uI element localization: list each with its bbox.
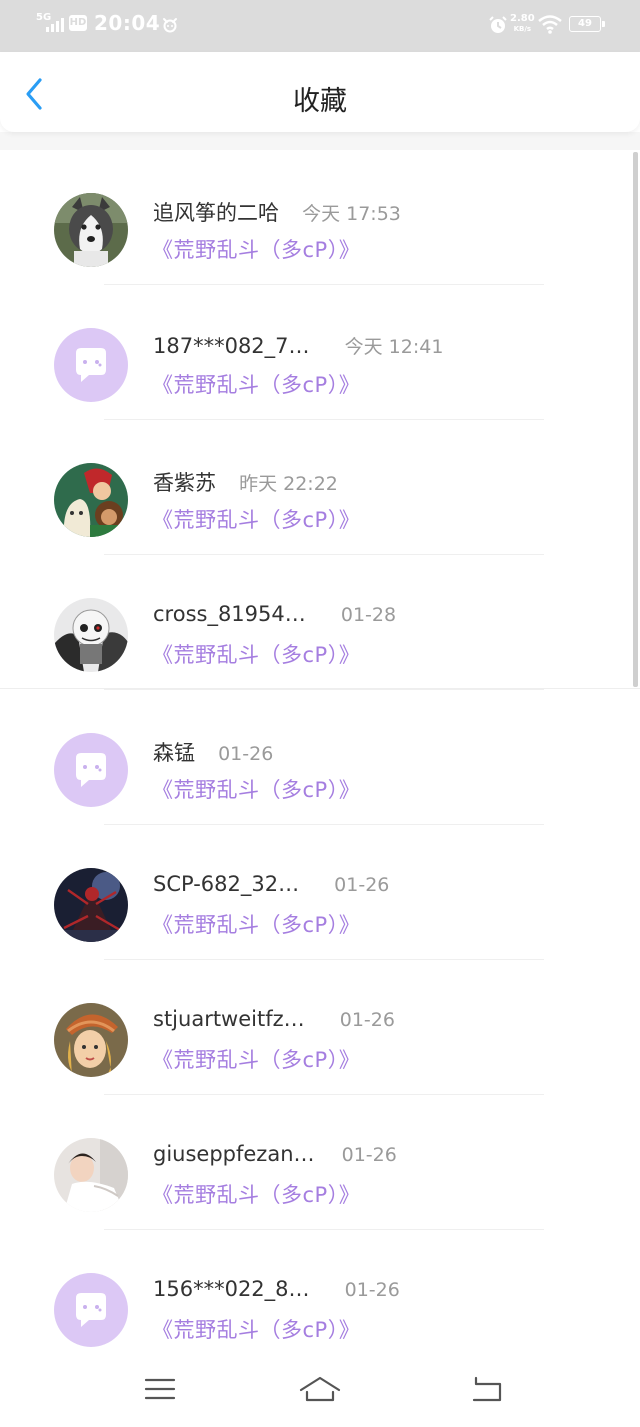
- avatar[interactable]: [54, 868, 128, 942]
- avatar[interactable]: [54, 1138, 128, 1212]
- page-title: 收藏: [293, 86, 347, 117]
- list-item[interactable]: 156***022_8… 01-26 《荒野乱斗（多cP）》: [0, 1230, 640, 1365]
- signal-icon: [46, 18, 64, 32]
- item-header: cross_81954… 01-28: [153, 602, 396, 626]
- timestamp: 01-26: [218, 743, 274, 765]
- avatar[interactable]: [54, 598, 128, 672]
- system-navigation-bar: [0, 1360, 640, 1427]
- list-item[interactable]: 森锰 01-26 《荒野乱斗（多cP）》: [0, 690, 640, 825]
- menu-icon[interactable]: [142, 1374, 178, 1404]
- item-header: 香紫苏 昨天 22:22: [153, 467, 338, 497]
- timestamp: 01-26: [341, 1144, 397, 1166]
- clock: 20:04: [94, 11, 161, 35]
- list-item[interactable]: stjuartweitfz… 01-26 《荒野乱斗（多cP）》: [0, 960, 640, 1095]
- top-app-bar: 收藏: [0, 52, 640, 132]
- timestamp: 今天 17:53: [302, 203, 401, 225]
- item-header: 187***082_7… 今天 12:41: [153, 332, 443, 359]
- avatar[interactable]: [54, 1273, 128, 1347]
- user-name: 156***022_8…: [153, 1277, 310, 1301]
- item-header: 森锰 01-26: [153, 737, 273, 767]
- group-link[interactable]: 《荒野乱斗（多cP）》: [152, 1044, 360, 1074]
- timestamp: 昨天 22:22: [239, 473, 338, 495]
- hd-badge: HD: [69, 15, 87, 31]
- list-item[interactable]: giuseppfezan… 01-26 《荒野乱斗（多cP）》: [0, 1095, 640, 1230]
- item-header: 追风筝的二哈 今天 17:53: [153, 197, 401, 227]
- scrollbar[interactable]: [633, 152, 638, 687]
- user-name: 香紫苏: [153, 471, 216, 495]
- cartoon-avatar-image: [54, 463, 128, 537]
- group-link[interactable]: 《荒野乱斗（多cP）》: [152, 369, 360, 399]
- item-header: giuseppfezan… 01-26: [153, 1142, 397, 1166]
- group-link[interactable]: 《荒野乱斗（多cP）》: [152, 639, 360, 669]
- battery-indicator: 49: [569, 16, 605, 32]
- timestamp: 01-28: [340, 604, 397, 626]
- husky-avatar-image: [54, 193, 128, 267]
- user-name: 森锰: [153, 741, 195, 765]
- user-name: SCP-682_32…: [153, 872, 300, 896]
- item-header: 156***022_8… 01-26: [153, 1277, 400, 1301]
- timestamp: 今天 12:41: [344, 336, 444, 358]
- list-item[interactable]: 187***082_7… 今天 12:41 《荒野乱斗（多cP）》: [0, 285, 640, 420]
- skeleton-avatar-image: [54, 598, 128, 672]
- speed-unit: KB/s: [513, 25, 532, 33]
- item-header: stjuartweitfz… 01-26: [153, 1007, 395, 1031]
- return-icon[interactable]: [470, 1374, 506, 1404]
- scroll-fold-line: [0, 688, 640, 689]
- user-name: stjuartweitfz…: [153, 1007, 305, 1031]
- user-name: 187***082_7…: [153, 334, 310, 358]
- alarm-icon: [489, 16, 507, 33]
- list-item[interactable]: SCP-682_32… 01-26 《荒野乱斗（多cP）》: [0, 825, 640, 960]
- favorites-list: 追风筝的二哈 今天 17:53 《荒野乱斗（多cP）》 187***082_7……: [0, 150, 640, 1365]
- status-bar: 5G HD 20:04 2.80 KB/s 49: [0, 0, 640, 52]
- wifi-icon: [538, 15, 562, 34]
- avatar[interactable]: [54, 1003, 128, 1077]
- user-name: 追风筝的二哈: [153, 201, 279, 225]
- default-chat-avatar-icon: [54, 328, 128, 402]
- group-link[interactable]: 《荒野乱斗（多cP）》: [152, 1314, 360, 1344]
- timestamp: 01-26: [339, 1009, 395, 1031]
- home-icon[interactable]: [298, 1374, 342, 1404]
- girl-white-avatar-image: [54, 1138, 128, 1212]
- default-chat-avatar-icon: [54, 733, 128, 807]
- group-link[interactable]: 《荒野乱斗（多cP）》: [152, 774, 360, 804]
- group-link[interactable]: 《荒野乱斗（多cP）》: [152, 504, 360, 534]
- spider-avatar-image: [54, 868, 128, 942]
- avatar[interactable]: [54, 463, 128, 537]
- user-name: cross_81954…: [153, 602, 306, 626]
- notification-icon: [163, 18, 177, 33]
- user-name: giuseppfezan…: [153, 1142, 315, 1166]
- item-header: SCP-682_32… 01-26: [153, 872, 389, 896]
- list-item[interactable]: 香紫苏 昨天 22:22 《荒野乱斗（多cP）》: [0, 420, 640, 555]
- group-link[interactable]: 《荒野乱斗（多cP）》: [152, 1179, 360, 1209]
- group-link[interactable]: 《荒野乱斗（多cP）》: [152, 234, 360, 264]
- girl-hat-avatar-image: [54, 1003, 128, 1077]
- avatar[interactable]: [54, 328, 128, 402]
- list-item[interactable]: 追风筝的二哈 今天 17:53 《荒野乱斗（多cP）》: [0, 150, 640, 285]
- avatar[interactable]: [54, 733, 128, 807]
- header-gap: [0, 132, 640, 150]
- speed-value: 2.80: [510, 13, 535, 24]
- timestamp: 01-26: [344, 1279, 400, 1301]
- list-item[interactable]: cross_81954… 01-28 《荒野乱斗（多cP）》: [0, 555, 640, 690]
- network-speed: 2.80 KB/s: [510, 13, 535, 35]
- default-chat-avatar-icon: [54, 1273, 128, 1347]
- timestamp: 01-26: [334, 874, 390, 896]
- group-link[interactable]: 《荒野乱斗（多cP）》: [152, 909, 360, 939]
- avatar[interactable]: [54, 193, 128, 267]
